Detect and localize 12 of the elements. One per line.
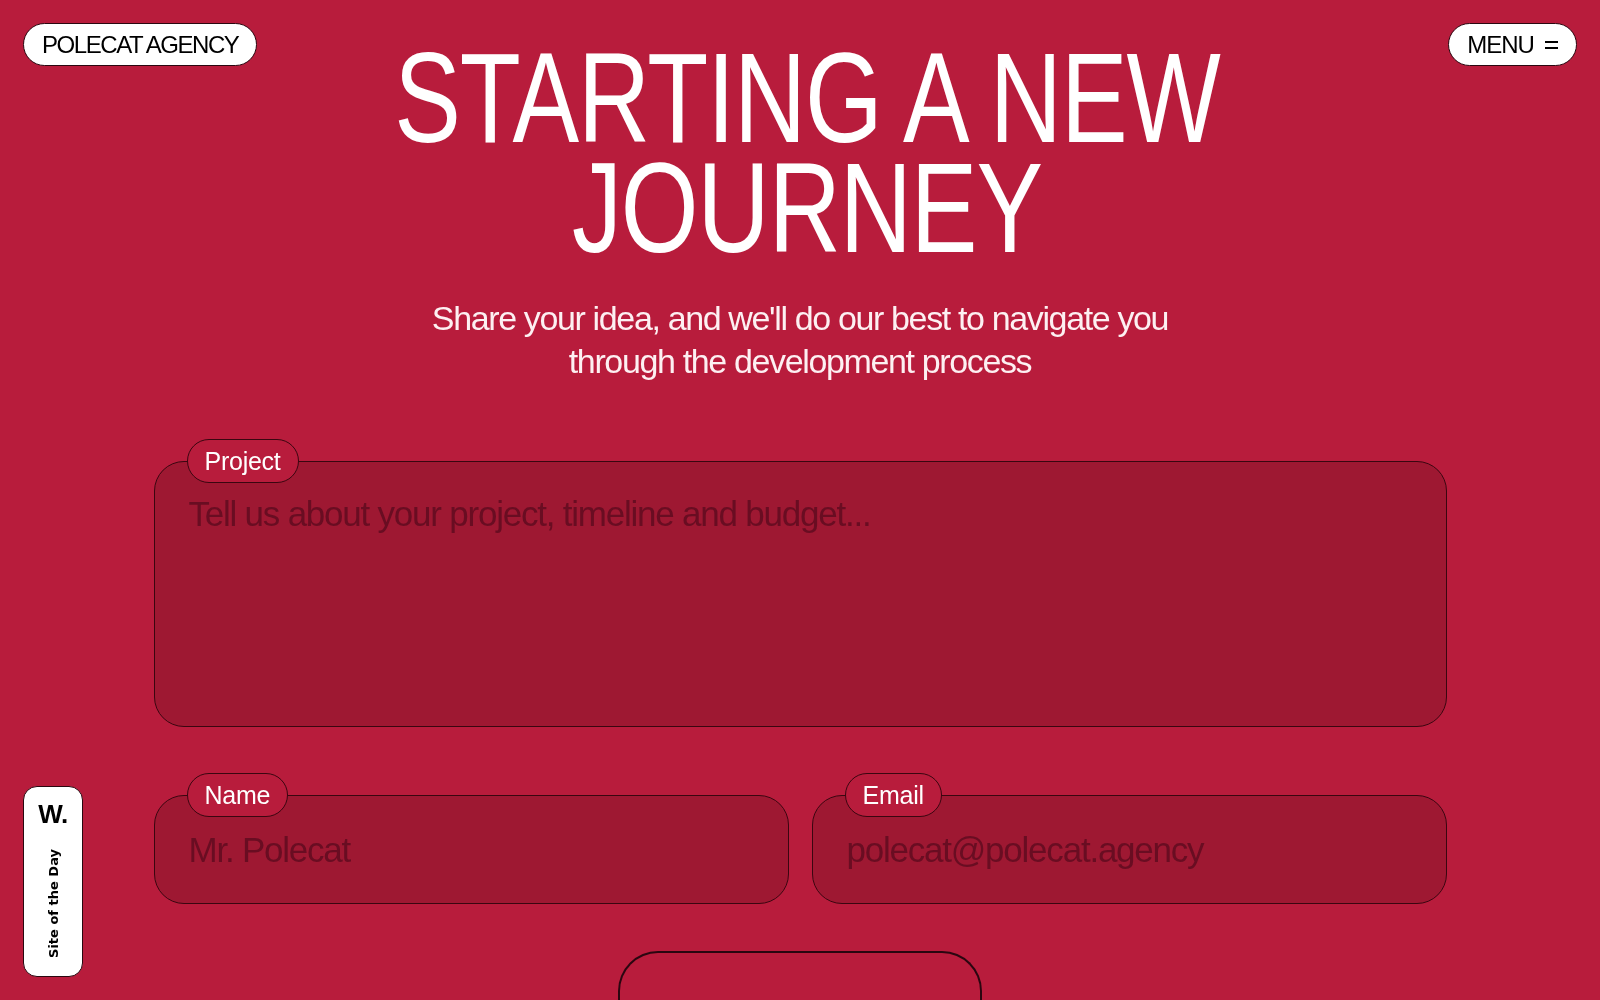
outlined-button[interactable] <box>618 951 982 1000</box>
hero-title: STARTING A NEW JOURNEY <box>393 43 1222 263</box>
field-label: Email <box>844 773 942 817</box>
field-label: Name <box>186 773 289 817</box>
award-logo: W. <box>38 801 68 827</box>
award-badge[interactable]: W. Site of the Day <box>23 786 83 977</box>
logo-link[interactable]: POLECAT AGENCY <box>23 23 258 66</box>
field-label: Project <box>186 439 299 483</box>
hero-subtitle: Share your idea, and we'll do our best to navigate you through the development process <box>430 298 1170 382</box>
menu-icon <box>1545 40 1558 49</box>
award-label: Site of the Day <box>45 849 61 958</box>
menu-button[interactable]: MENU <box>1448 23 1577 66</box>
